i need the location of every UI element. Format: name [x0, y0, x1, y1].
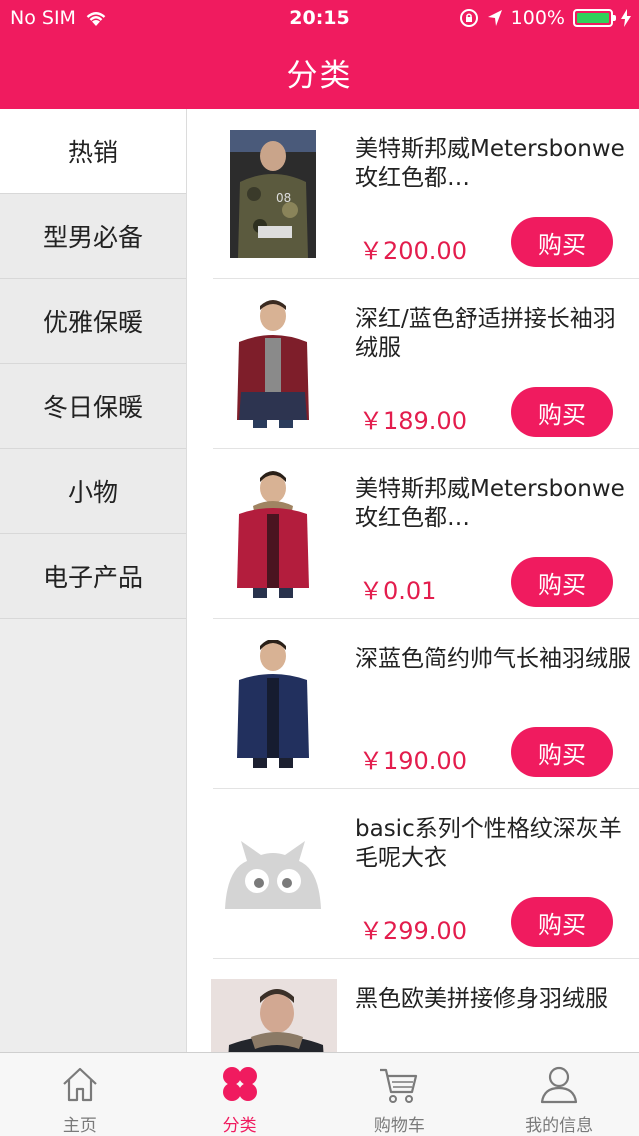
buy-button[interactable]: 购买	[511, 727, 613, 777]
status-right: 100%	[459, 7, 631, 29]
product-row[interactable]: 深蓝色简约帅气长袖羽绒服 ￥190.00 购买	[213, 619, 639, 789]
sidebar-item-hot[interactable]: 热销	[0, 109, 186, 194]
product-price: ￥190.00	[359, 747, 467, 775]
sidebar-item-men-essentials[interactable]: 型男必备	[0, 194, 186, 279]
tab-bar: 主页 分类 购物车 我的信息	[0, 1052, 639, 1136]
product-name: basic系列个性格纹深灰羊毛呢大衣	[355, 816, 622, 871]
location-icon	[487, 10, 502, 26]
product-image-navy-down-jacket[interactable]	[217, 639, 329, 769]
sidebar-item-label: 小物	[67, 478, 118, 507]
orientation-lock-icon	[459, 9, 478, 27]
svg-text:08: 08	[276, 191, 291, 205]
product-image-camo-jacket[interactable]: 08	[217, 129, 329, 259]
sidebar-item-label: 型男必备	[42, 223, 143, 252]
buy-button[interactable]: 购买	[511, 897, 613, 947]
sidebar-item-winter-warm[interactable]: 冬日保暖	[0, 364, 186, 449]
product-image-red-blue-down-jacket[interactable]	[217, 299, 329, 429]
product-price: ￥189.00	[359, 407, 467, 435]
tab-label: 购物车	[373, 1116, 425, 1136]
product-image-black-jacket[interactable]	[211, 979, 337, 1052]
sidebar-item-label: 热销	[67, 138, 118, 167]
sidebar-item-label: 电子产品	[42, 563, 143, 592]
product-row[interactable]: basic系列个性格纹深灰羊毛呢大衣 ￥299.00 购买	[213, 789, 639, 959]
tab-label: 我的信息	[525, 1116, 594, 1136]
sidebar-item-elegant-warm[interactable]: 优雅保暖	[0, 279, 186, 364]
top-bar: No SIM 20:15 100% 分类	[0, 0, 639, 109]
tab-label: 主页	[62, 1116, 97, 1136]
battery-percent: 100%	[510, 7, 565, 29]
sidebar-item-accessories[interactable]: 小物	[0, 449, 186, 534]
product-list[interactable]: 08 美特斯邦威Metersbonwe玫红色都… ￥200.00 购买 深红/蓝…	[187, 109, 639, 1052]
home-icon	[63, 1067, 97, 1102]
product-price: ￥200.00	[359, 237, 467, 265]
status-bar: No SIM 20:15 100%	[0, 0, 639, 38]
product-name: 美特斯邦威Metersbonwe玫红色都…	[355, 476, 625, 531]
charging-icon	[621, 9, 631, 27]
product-row[interactable]: 08 美特斯邦威Metersbonwe玫红色都… ￥200.00 购买	[213, 109, 639, 279]
tab-category[interactable]: 分类	[160, 1053, 320, 1136]
product-name: 美特斯邦威Metersbonwe玫红色都…	[355, 136, 625, 191]
buy-button[interactable]: 购买	[511, 387, 613, 437]
product-price: ￥0.01	[359, 577, 437, 605]
tab-cart[interactable]: 购物车	[320, 1053, 480, 1136]
buy-button[interactable]: 购买	[511, 217, 613, 267]
product-row[interactable]: 深红/蓝色舒适拼接长袖羽绒服 ￥189.00 购买	[213, 279, 639, 449]
category-icon	[222, 1067, 257, 1101]
product-name: 深红/蓝色舒适拼接长袖羽绒服	[355, 306, 616, 361]
tab-home[interactable]: 主页	[0, 1053, 160, 1136]
buy-button[interactable]: 购买	[511, 557, 613, 607]
sidebar-item-label: 优雅保暖	[42, 308, 143, 337]
cart-icon	[380, 1068, 418, 1103]
product-image-placeholder-owl[interactable]	[217, 809, 329, 939]
product-row[interactable]: 黑色欧美拼接修身羽绒服	[211, 959, 639, 1052]
page-title: 分类	[286, 58, 353, 94]
product-image-rose-red-down-jacket[interactable]	[217, 469, 329, 599]
product-name: 黑色欧美拼接修身羽绒服	[355, 986, 608, 1012]
sidebar-item-electronics[interactable]: 电子产品	[0, 534, 186, 619]
product-row[interactable]: 美特斯邦威Metersbonwe玫红色都… ￥0.01 购买	[213, 449, 639, 619]
product-name: 深蓝色简约帅气长袖羽绒服	[355, 646, 631, 672]
product-price: ￥299.00	[359, 917, 467, 945]
category-sidebar: 热销 型男必备 优雅保暖 冬日保暖 小物 电子产品	[0, 109, 187, 1052]
profile-icon	[541, 1066, 578, 1104]
battery-icon	[573, 9, 616, 27]
tab-profile[interactable]: 我的信息	[479, 1053, 639, 1136]
sidebar-item-label: 冬日保暖	[42, 393, 143, 422]
tab-label: 分类	[222, 1116, 257, 1136]
